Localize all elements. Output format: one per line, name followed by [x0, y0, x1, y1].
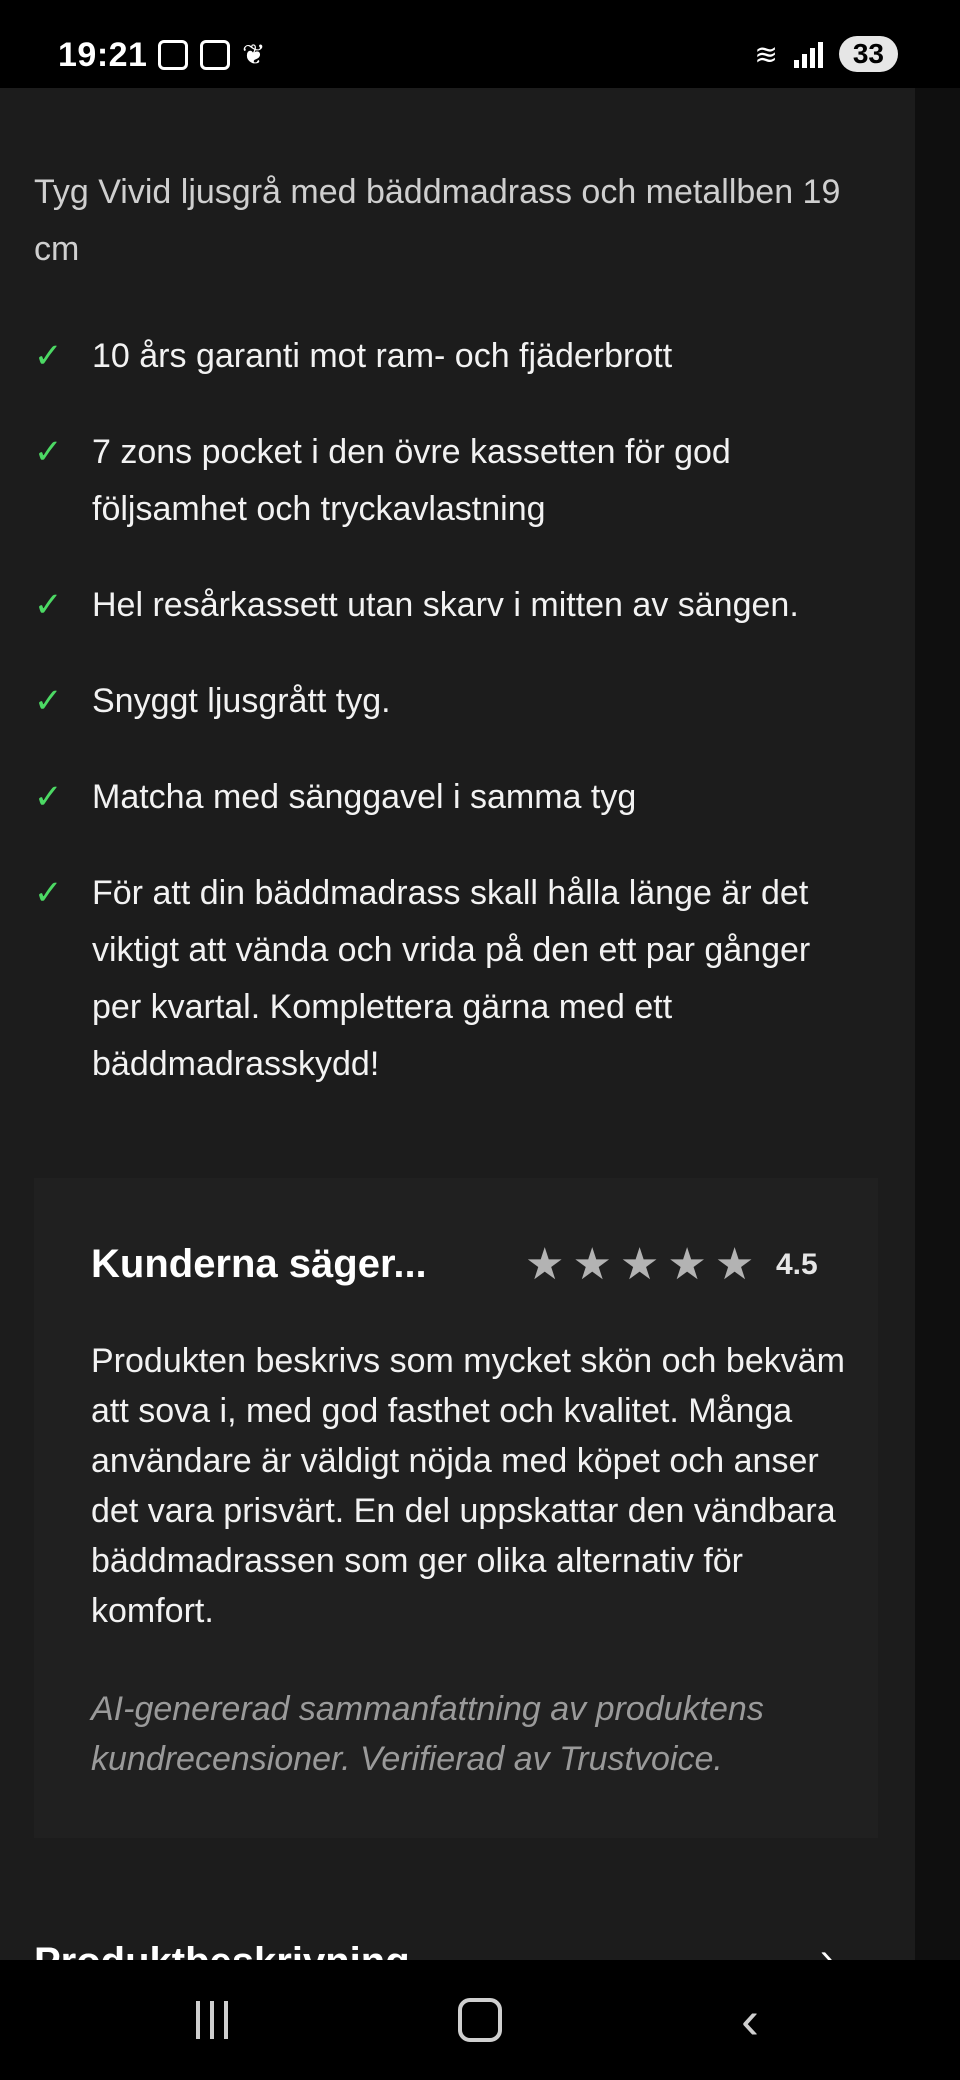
feature-text: Matcha med sänggavel i samma tyg	[92, 778, 637, 816]
signal-icon	[793, 40, 823, 68]
check-icon: ✓	[34, 874, 63, 912]
grid-app-icon	[200, 40, 230, 70]
navigation-bar: ‹	[0, 1960, 960, 2080]
leaf-icon: ❦	[242, 39, 266, 70]
feature-item: ✓ Snyggt ljusgrått tyg.	[34, 673, 854, 730]
star-icon: ★	[572, 1240, 612, 1289]
check-icon: ✓	[34, 778, 63, 816]
feature-text: Hel resårkassett utan skarv i mitten av …	[92, 586, 799, 624]
star-rating: ★ ★ ★ ★ ★	[525, 1240, 754, 1290]
star-icon: ★	[619, 1240, 660, 1289]
review-title: Kunderna säger...	[91, 1242, 427, 1286]
feature-text: 7 zons pocket i den övre kassetten för g…	[92, 433, 731, 528]
star-icon: ★	[667, 1240, 707, 1289]
feature-item: ✓ För att din bäddmadrass skall hålla lä…	[34, 865, 854, 1093]
screenshot-icon	[158, 40, 188, 70]
ai-disclaimer: AI-genererad sammanfattning av produkten…	[91, 1690, 764, 1778]
product-description-heading[interactable]: Produktbeskrivning	[34, 1940, 410, 1960]
feature-item: ✓ 7 zons pocket i den övre kassetten för…	[34, 424, 854, 538]
notification-icons: ❦	[158, 40, 272, 70]
check-icon: ✓	[34, 682, 63, 720]
side-panel-edge	[915, 88, 960, 1960]
rating-value: 4.5	[776, 1248, 818, 1281]
wifi-icon: ≋	[754, 38, 778, 70]
check-icon: ✓	[34, 433, 63, 471]
check-icon: ✓	[34, 337, 63, 375]
feature-text: Snyggt ljusgrått tyg.	[92, 682, 391, 720]
feature-list: ✓ 10 års garanti mot ram- och fjäderbrot…	[34, 328, 854, 1132]
back-button[interactable]: ‹	[710, 1984, 790, 2056]
review-summary-card: Kunderna säger... ★ ★ ★ ★ ★ 4.5 Produkte…	[34, 1178, 878, 1838]
status-right: ≋ 33	[754, 36, 898, 72]
feature-text: För att din bäddmadrass skall hålla läng…	[92, 874, 811, 1083]
star-icon: ★	[714, 1240, 755, 1289]
product-subtitle: Tyg Vivid ljusgrå med bäddmadrass och me…	[34, 173, 841, 268]
check-icon: ✓	[34, 586, 63, 624]
home-button[interactable]	[440, 1984, 520, 2056]
product-details-scroll[interactable]: Tyg Vivid ljusgrå med bäddmadrass och me…	[0, 88, 915, 1960]
feature-item: ✓ Hel resårkassett utan skarv i mitten a…	[34, 577, 854, 634]
chevron-right-icon[interactable]: ›	[820, 1936, 833, 1960]
battery-indicator: 33	[838, 36, 898, 72]
status-bar: 19:21 ❦ ≋ 33	[0, 0, 960, 88]
feature-item: ✓ 10 års garanti mot ram- och fjäderbrot…	[34, 328, 854, 385]
star-icon: ★	[525, 1240, 565, 1289]
feature-item: ✓ Matcha med sänggavel i samma tyg	[34, 769, 854, 826]
review-summary-text: Produkten beskrivs som mycket skön och b…	[91, 1342, 845, 1630]
feature-text: 10 års garanti mot ram- och fjäderbrott	[92, 337, 673, 375]
recent-apps-button[interactable]	[172, 1984, 252, 2056]
status-time: 19:21	[58, 36, 148, 74]
